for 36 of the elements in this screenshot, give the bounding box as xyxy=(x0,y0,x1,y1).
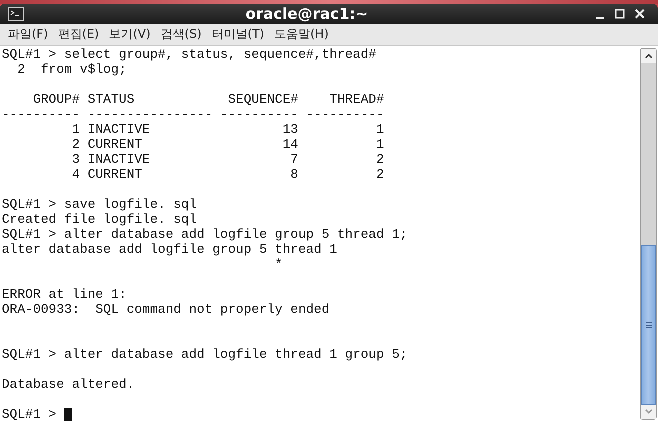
terminal-line: 2 from v$log; xyxy=(16,62,127,77)
scroll-thumb[interactable] xyxy=(641,245,656,405)
chevron-up-icon xyxy=(644,53,652,59)
scrollbar[interactable] xyxy=(640,48,657,420)
terminal-line: 1 INACTIVE 13 1 xyxy=(71,122,384,137)
terminal-line: 2 CURRENT 14 1 xyxy=(71,137,384,152)
terminal-line: GROUP# STATUS SEQUENCE# THREAD# xyxy=(32,92,384,107)
terminal-line: Created file logfile. sql xyxy=(2,212,198,227)
window-title: oracle@rac1:~ xyxy=(244,5,370,23)
menu-item[interactable]: 보기(V) xyxy=(105,24,155,45)
terminal-line: SQL#1 > select group#, status, sequence#,thread# xyxy=(2,47,376,62)
terminal-line: alter database add logfile group 5 thread 1 xyxy=(2,242,338,257)
menu-item[interactable]: 검색(S) xyxy=(156,24,206,45)
terminal-icon xyxy=(8,7,24,21)
menu-item[interactable]: 파일(F) xyxy=(4,24,52,45)
terminal-line: ---------- ---------------- ---------- ---------- xyxy=(2,107,384,122)
terminal-line: Database altered. xyxy=(2,377,135,392)
terminal-line: SQL#1 > alter database add logfile group 5 thread 1; xyxy=(2,227,408,242)
maximize-icon xyxy=(615,9,625,19)
terminal-line: SQL#1 > alter database add logfile thread 1 group 5; xyxy=(2,347,408,362)
close-icon xyxy=(635,9,645,19)
terminal-line: 3 INACTIVE 7 2 xyxy=(71,152,384,167)
terminal-line: ERROR at line 1: xyxy=(2,287,127,302)
text-cursor xyxy=(64,408,72,421)
terminal-line: ORA-00933: SQL command not properly ended xyxy=(2,302,330,317)
menu-item[interactable]: 편집(E) xyxy=(54,24,104,45)
chevron-down-icon xyxy=(644,409,652,415)
terminal-line: SQL#1 > save logfile. sql xyxy=(2,197,198,212)
menu-item[interactable]: 터미널(T) xyxy=(208,24,268,45)
terminal-line: * xyxy=(274,257,283,272)
menu-item[interactable]: 도움말(H) xyxy=(270,24,333,45)
scroll-down-button[interactable] xyxy=(641,405,656,419)
scroll-up-button[interactable] xyxy=(641,49,656,63)
terminal-line: 4 CURRENT 8 2 xyxy=(71,167,384,182)
minimize-icon xyxy=(596,17,604,19)
terminal-prompt: SQL#1 > xyxy=(2,407,58,421)
